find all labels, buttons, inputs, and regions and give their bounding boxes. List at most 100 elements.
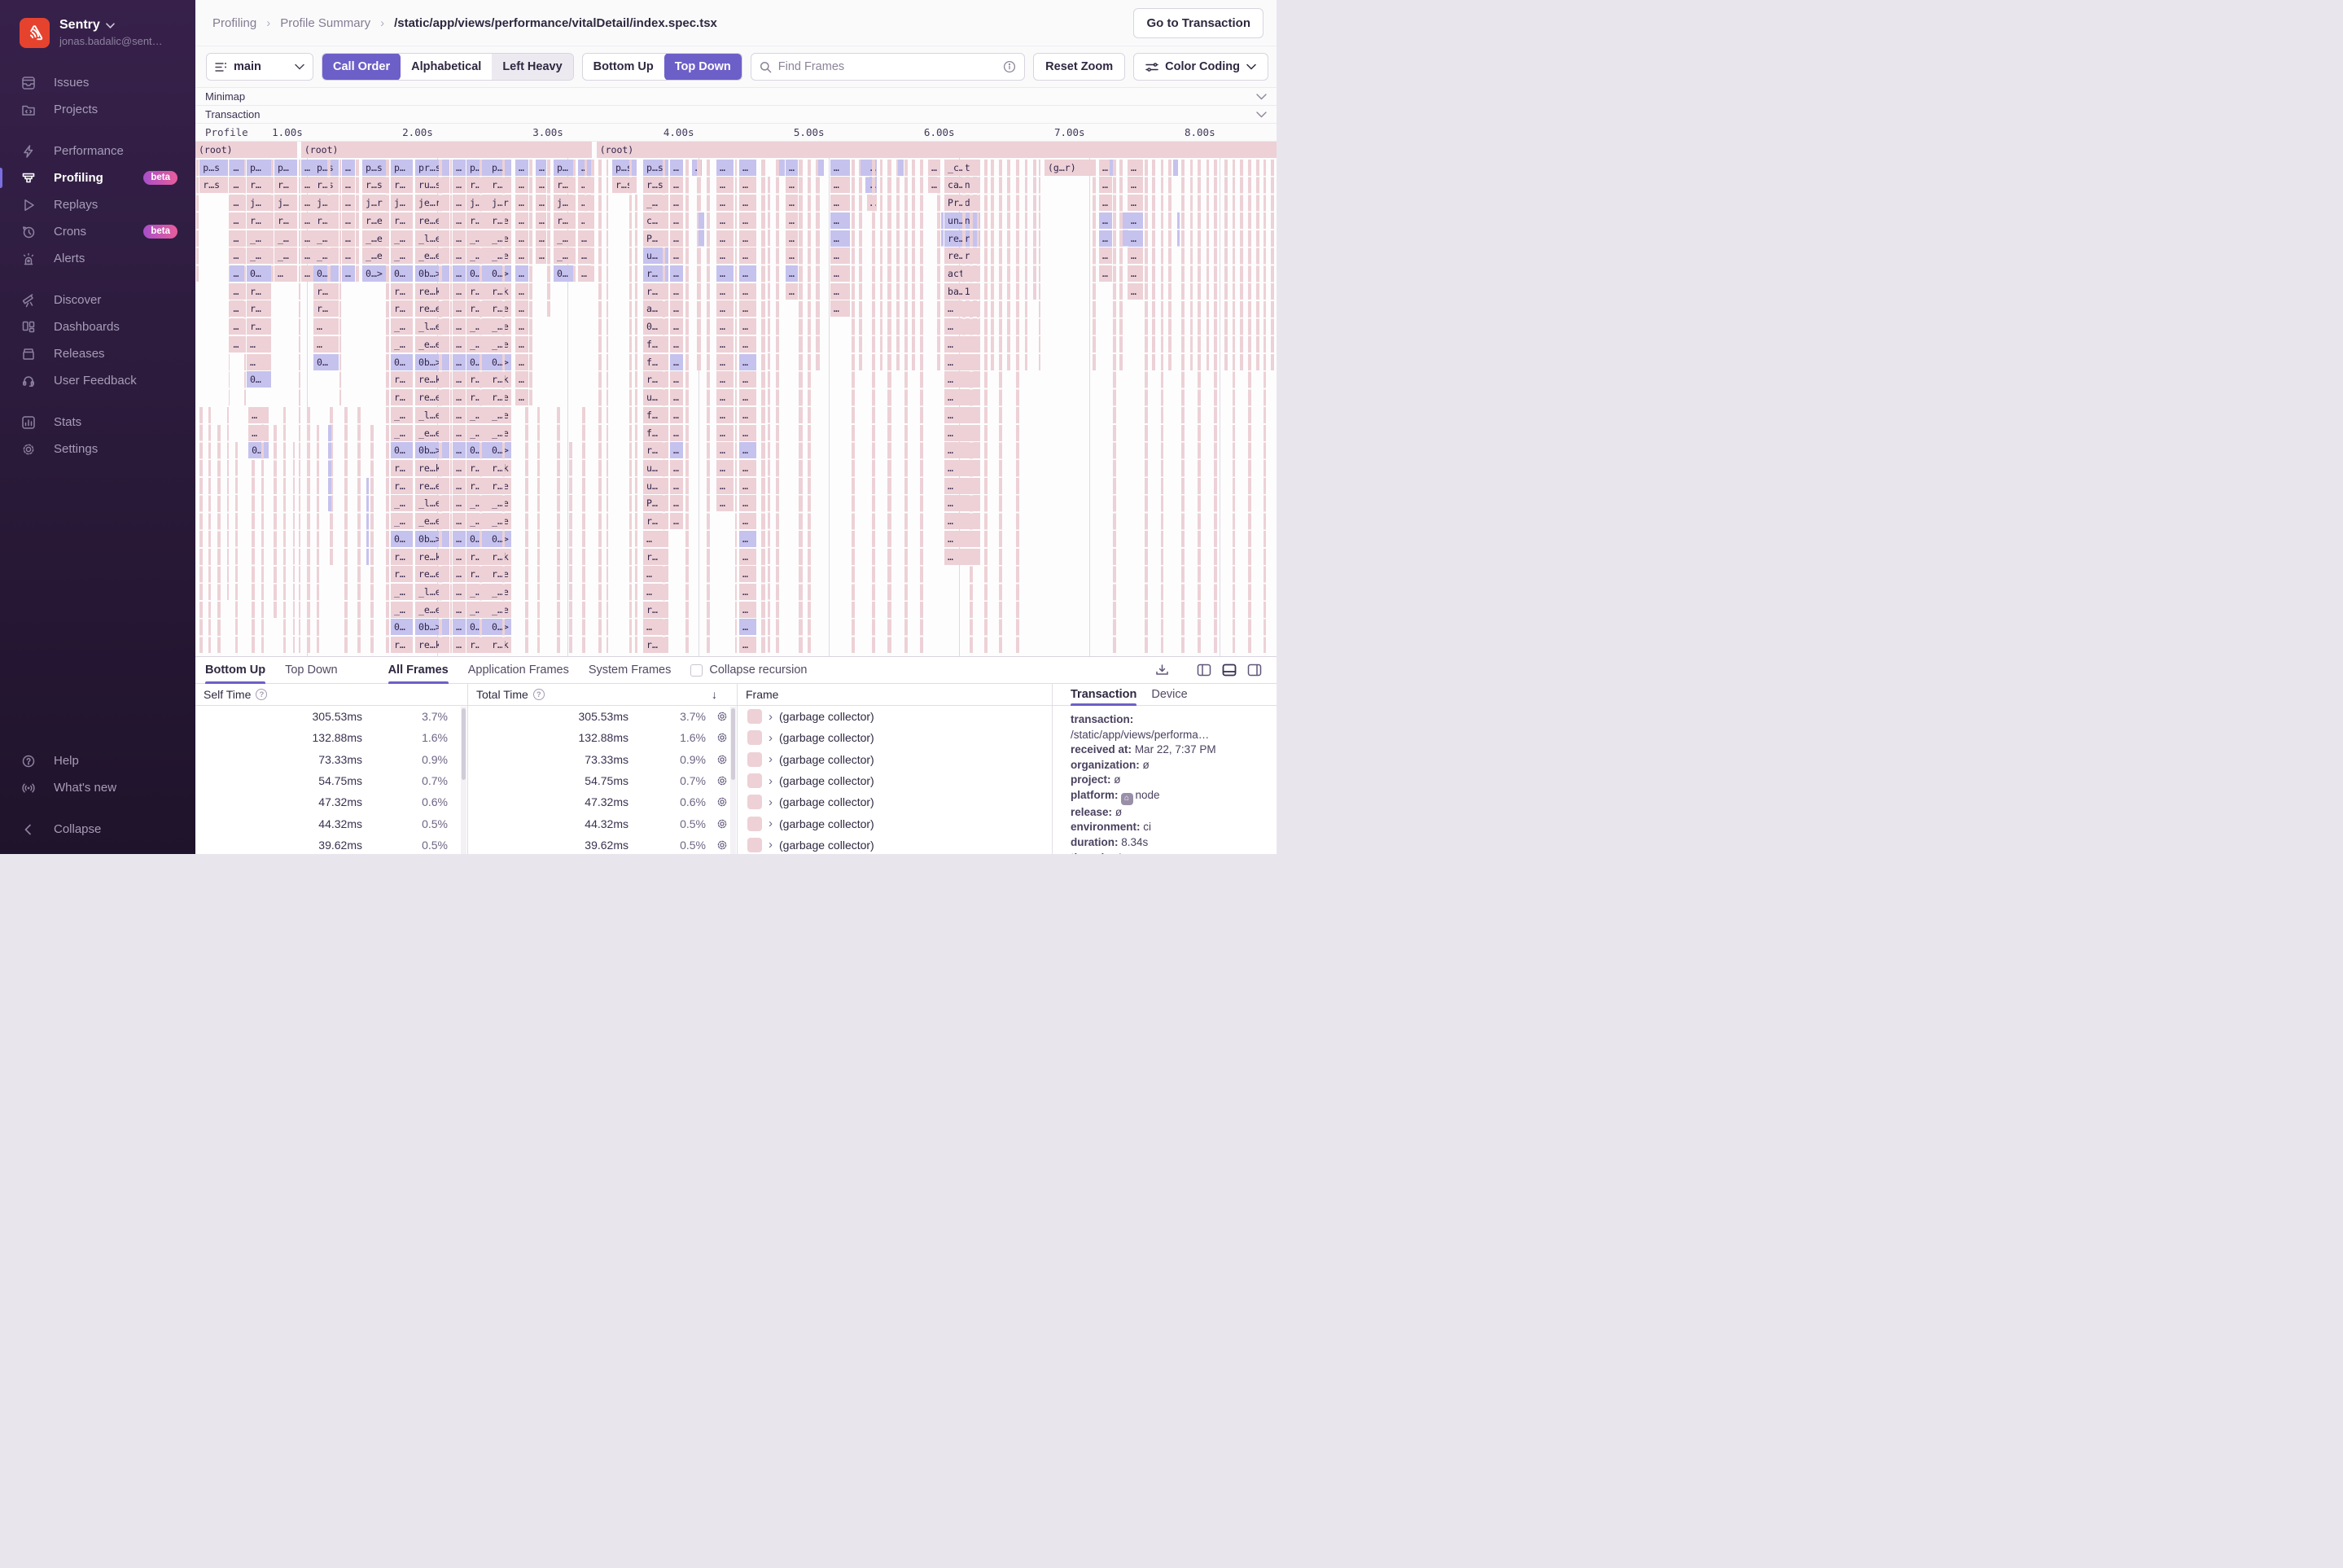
flame-frame-strip[interactable] — [328, 425, 331, 512]
color-coding-select[interactable]: Color Coding — [1133, 53, 1268, 81]
flame-frame[interactable]: r… — [313, 283, 339, 300]
total-scrollbar[interactable] — [730, 707, 736, 854]
flame-frame[interactable]: r… — [391, 460, 413, 476]
flame-frame[interactable]: re…k — [415, 460, 449, 476]
flame-frame[interactable]: … — [578, 230, 592, 247]
flame-frame[interactable]: … — [786, 212, 798, 229]
flame-frame[interactable]: … — [1128, 265, 1143, 282]
flame-frame[interactable]: … — [453, 177, 466, 193]
flame-frame[interactable]: _… — [391, 318, 413, 335]
flame-frame[interactable]: _…e — [488, 602, 511, 618]
flame-frame[interactable]: … — [739, 212, 756, 229]
flame-frame[interactable]: … — [739, 407, 756, 423]
flame-frame[interactable]: … — [453, 531, 466, 547]
minimap-accordion[interactable]: Minimap — [195, 88, 1277, 106]
flame-frame[interactable]: r… — [488, 177, 511, 193]
frame-settings-gear-icon[interactable] — [716, 774, 729, 787]
frame-row[interactable]: ›(garbage collector) — [738, 812, 1052, 834]
flame-frame[interactable]: 0… — [466, 619, 488, 635]
flame-frame[interactable]: … — [830, 300, 850, 317]
flame-frame-strip[interactable] — [327, 160, 331, 282]
flame-frame-strip[interactable] — [1271, 160, 1274, 370]
flame-frame[interactable]: … — [944, 442, 980, 458]
flame-frame[interactable]: … — [739, 300, 756, 317]
flame-frame[interactable]: _e…e — [415, 425, 449, 441]
flame-frame[interactable]: … — [342, 195, 355, 211]
flame-frame[interactable]: … — [453, 619, 466, 635]
flame-frame[interactable]: … — [830, 265, 850, 282]
flame-frame[interactable]: … — [1128, 247, 1143, 264]
flame-frame[interactable]: … — [670, 177, 683, 193]
breadcrumb-profile-summary[interactable]: Profile Summary — [280, 16, 370, 30]
flame-frame[interactable]: r…s — [612, 177, 637, 193]
expand-chevron-icon[interactable]: › — [769, 710, 773, 724]
sidebar-item-alerts[interactable]: Alerts — [0, 245, 195, 272]
flame-frame-strip[interactable] — [1214, 160, 1217, 653]
flame-frame-strip[interactable] — [880, 160, 882, 370]
flame-frame[interactable]: _…e — [488, 407, 511, 423]
flame-frame[interactable]: r… — [391, 212, 413, 229]
flame-frame[interactable]: … — [453, 265, 466, 282]
flame-frame-strip[interactable] — [685, 160, 689, 653]
layout-bottom-icon[interactable] — [1222, 664, 1237, 677]
flame-frame-strip[interactable] — [818, 160, 824, 176]
flame-frame[interactable]: … — [830, 283, 850, 300]
flame-frame[interactable]: … — [536, 230, 546, 247]
flame-frame[interactable]: … — [515, 265, 528, 282]
flame-frame[interactable]: … — [670, 425, 683, 441]
flame-frame[interactable]: r… — [466, 460, 488, 476]
flame-frame[interactable]: … — [944, 478, 980, 494]
flame-frame[interactable]: … — [453, 425, 466, 441]
flame-frame[interactable]: … — [670, 495, 683, 511]
flame-frame[interactable]: … — [515, 230, 528, 247]
flame-frame-strip[interactable] — [898, 160, 904, 176]
self-time-header[interactable]: Self Time? — [195, 684, 467, 706]
flame-frame-strip[interactable] — [761, 160, 765, 653]
alphabetical-button[interactable]: Alphabetical — [401, 53, 492, 81]
flame-frame[interactable]: … — [716, 478, 734, 494]
flame-frame[interactable]: … — [739, 549, 756, 565]
self-time-cell[interactable]: 305.53ms3.7% — [195, 706, 467, 727]
flame-frame[interactable]: p… — [391, 160, 413, 176]
flame-frame[interactable]: j…r — [488, 195, 511, 211]
flame-frame[interactable]: r… — [466, 283, 488, 300]
flame-frame[interactable]: 0… — [466, 442, 488, 458]
flame-frame-strip[interactable] — [707, 160, 710, 653]
frame-row[interactable]: ›(garbage collector) — [738, 706, 1052, 727]
flame-frame[interactable]: 0… — [391, 442, 413, 458]
flame-frame[interactable]: … — [453, 389, 466, 405]
flame-frame-strip[interactable] — [1113, 160, 1116, 653]
flame-frame[interactable]: … — [830, 160, 850, 176]
flame-frame[interactable]: 0b…> — [415, 354, 449, 370]
sidebar-item-dashboards[interactable]: Dashboards — [0, 313, 195, 340]
flame-frame[interactable]: _… — [466, 584, 488, 600]
flame-frame[interactable]: re…e — [415, 300, 449, 317]
flame-frame-strip[interactable] — [196, 160, 199, 282]
flame-frame[interactable]: … — [515, 354, 528, 370]
flame-frame-strip[interactable] — [1168, 160, 1172, 370]
flame-frame[interactable]: … — [739, 336, 756, 353]
total-time-cell[interactable]: 132.88ms1.6% — [468, 727, 737, 748]
flame-frame[interactable]: _… — [466, 602, 488, 618]
flame-frame[interactable]: re…k — [415, 637, 449, 653]
flame-frame-strip[interactable] — [244, 160, 246, 405]
flame-frame[interactable]: r… — [247, 318, 272, 335]
flame-frame-strip[interactable] — [1152, 160, 1155, 370]
flame-frame-strip[interactable] — [1093, 160, 1095, 370]
flame-frame[interactable]: … — [453, 495, 466, 511]
flame-frame-strip[interactable] — [977, 160, 979, 370]
flame-frame[interactable]: … — [786, 177, 798, 193]
flame-frame[interactable]: … — [453, 195, 466, 211]
flame-frame[interactable]: … — [1099, 265, 1112, 282]
flame-frame[interactable]: … — [670, 160, 683, 176]
flame-frame[interactable]: j… — [466, 195, 488, 211]
flame-frame[interactable]: 0b…> — [415, 531, 449, 547]
flame-frame[interactable]: re…k — [415, 371, 449, 388]
flame-root-frame[interactable]: (root) — [301, 142, 592, 158]
flame-frame[interactable]: … — [301, 230, 314, 247]
flame-frame[interactable]: … — [716, 318, 734, 335]
flame-frame[interactable]: r… — [391, 300, 413, 317]
flame-frame[interactable]: … — [944, 407, 980, 423]
flame-frame-strip[interactable] — [865, 160, 869, 194]
flame-frame[interactable]: … — [1128, 230, 1143, 247]
